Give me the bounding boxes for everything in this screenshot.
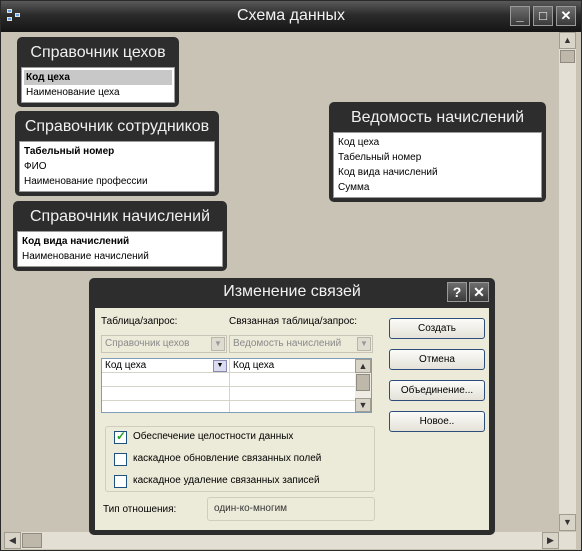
new-relation-button[interactable]: Новое..	[389, 411, 485, 432]
field-mapping-grid[interactable]: Код цеха ▼ Код цеха ▲ ▼	[101, 358, 372, 413]
grid-scrollbar[interactable]: ▲ ▼	[355, 359, 371, 412]
dialog-title: Изменение связей	[223, 283, 361, 300]
grid-cell-right[interactable]: Код цеха	[230, 359, 274, 373]
relation-type-label: Тип отношения:	[103, 504, 177, 515]
scroll-down-icon[interactable]: ▼	[355, 398, 371, 412]
related-table-combo[interactable]: Ведомость начислений ▼	[229, 335, 373, 353]
option-label: каскадное обновление связанных полей	[133, 453, 322, 464]
table-title: Справочник начислений	[29, 208, 211, 225]
field-item[interactable]: Код цеха	[24, 70, 172, 85]
create-button[interactable]: Создать	[389, 318, 485, 339]
chevron-down-icon[interactable]: ▼	[357, 337, 371, 351]
field-item[interactable]: ФИО	[22, 159, 212, 174]
related-combo-value: Ведомость начислений	[233, 338, 342, 349]
field-item[interactable]: Код вида начислений	[20, 234, 220, 249]
field-list[interactable]: Код цеха Табельный номер Код вида начисл…	[333, 132, 542, 198]
table-workshops[interactable]: Справочник цехов Код цеха Наименование ц…	[17, 37, 179, 107]
scroll-down-icon[interactable]: ▼	[559, 514, 576, 531]
relation-type-value: один-ко-многим	[207, 497, 375, 521]
cascade-update-checkbox[interactable]	[114, 453, 127, 466]
dialog-body: Таблица/запрос: Связанная таблица/запрос…	[95, 308, 489, 530]
option-label: Обеспечение целостности данных	[133, 431, 294, 442]
field-item[interactable]: Наименование начислений	[20, 249, 220, 264]
enforce-integrity-checkbox[interactable]	[114, 429, 127, 444]
table-combo-value: Справочник цехов	[105, 338, 190, 349]
cascade-delete-checkbox[interactable]	[114, 475, 127, 488]
vertical-scrollbar[interactable]: ▲ ▼	[559, 32, 576, 531]
table-accrual-sheet[interactable]: Ведомость начислений Код цеха Табельный …	[329, 102, 546, 202]
grid-cell-left[interactable]: Код цеха	[102, 359, 146, 373]
help-icon[interactable]: ?	[447, 282, 467, 302]
field-item[interactable]: Код вида начислений	[336, 165, 539, 180]
table-query-label: Таблица/запрос:	[101, 316, 178, 327]
vertical-scroll-thumb[interactable]	[560, 50, 575, 63]
size-grip	[559, 532, 576, 549]
cancel-button[interactable]: Отмена	[389, 349, 485, 370]
table-title: Справочник сотрудников	[24, 118, 210, 135]
field-list[interactable]: Табельный номер ФИО Наименование професс…	[19, 141, 215, 192]
scroll-up-icon[interactable]: ▲	[355, 359, 371, 373]
scroll-right-icon[interactable]: ▶	[542, 532, 559, 549]
field-item[interactable]: Табельный номер	[22, 144, 212, 159]
grid-column-divider	[229, 359, 230, 412]
table-combo[interactable]: Справочник цехов ▼	[101, 335, 227, 353]
scroll-up-icon[interactable]: ▲	[559, 32, 576, 49]
scroll-left-icon[interactable]: ◀	[4, 532, 21, 549]
table-employees[interactable]: Справочник сотрудников Табельный номер Ф…	[15, 111, 219, 196]
table-title: Справочник цехов	[30, 44, 166, 61]
minimize-icon[interactable]: _	[510, 6, 530, 26]
integrity-options: Обеспечение целостности данных каскадное…	[105, 426, 375, 492]
field-item[interactable]: Наименование цеха	[24, 85, 172, 100]
join-type-button[interactable]: Объединение...	[389, 380, 485, 401]
field-item[interactable]: Сумма	[336, 180, 539, 195]
dialog-close-icon[interactable]: ✕	[469, 282, 489, 302]
chevron-down-icon[interactable]: ▼	[211, 337, 225, 351]
field-list[interactable]: Код цеха Наименование цеха	[21, 67, 175, 103]
field-item[interactable]: Наименование профессии	[22, 174, 212, 189]
grid-scroll-thumb[interactable]	[356, 374, 370, 391]
title-bar[interactable]: Схема данных _ □ ✕	[1, 1, 581, 32]
option-label: каскадное удаление связанных записей	[133, 475, 320, 486]
edit-relationships-dialog: Изменение связей ? ✕ Таблица/запрос: Свя…	[89, 278, 495, 535]
chevron-down-icon[interactable]: ▼	[213, 360, 227, 372]
table-title: Ведомость начислений	[350, 109, 525, 126]
close-icon[interactable]: ✕	[556, 6, 576, 26]
window-title: Схема данных	[236, 7, 346, 24]
field-list[interactable]: Код вида начислений Наименование начисле…	[17, 231, 223, 267]
related-table-label: Связанная таблица/запрос:	[229, 316, 358, 327]
horizontal-scroll-thumb[interactable]	[22, 533, 42, 548]
field-item[interactable]: Код цеха	[336, 135, 539, 150]
relationships-window: Схема данных _ □ ✕ Справочник цехов Код …	[0, 0, 582, 551]
maximize-icon[interactable]: □	[533, 6, 553, 26]
field-item[interactable]: Табельный номер	[336, 150, 539, 165]
table-accrual-types[interactable]: Справочник начислений Код вида начислени…	[13, 201, 227, 271]
